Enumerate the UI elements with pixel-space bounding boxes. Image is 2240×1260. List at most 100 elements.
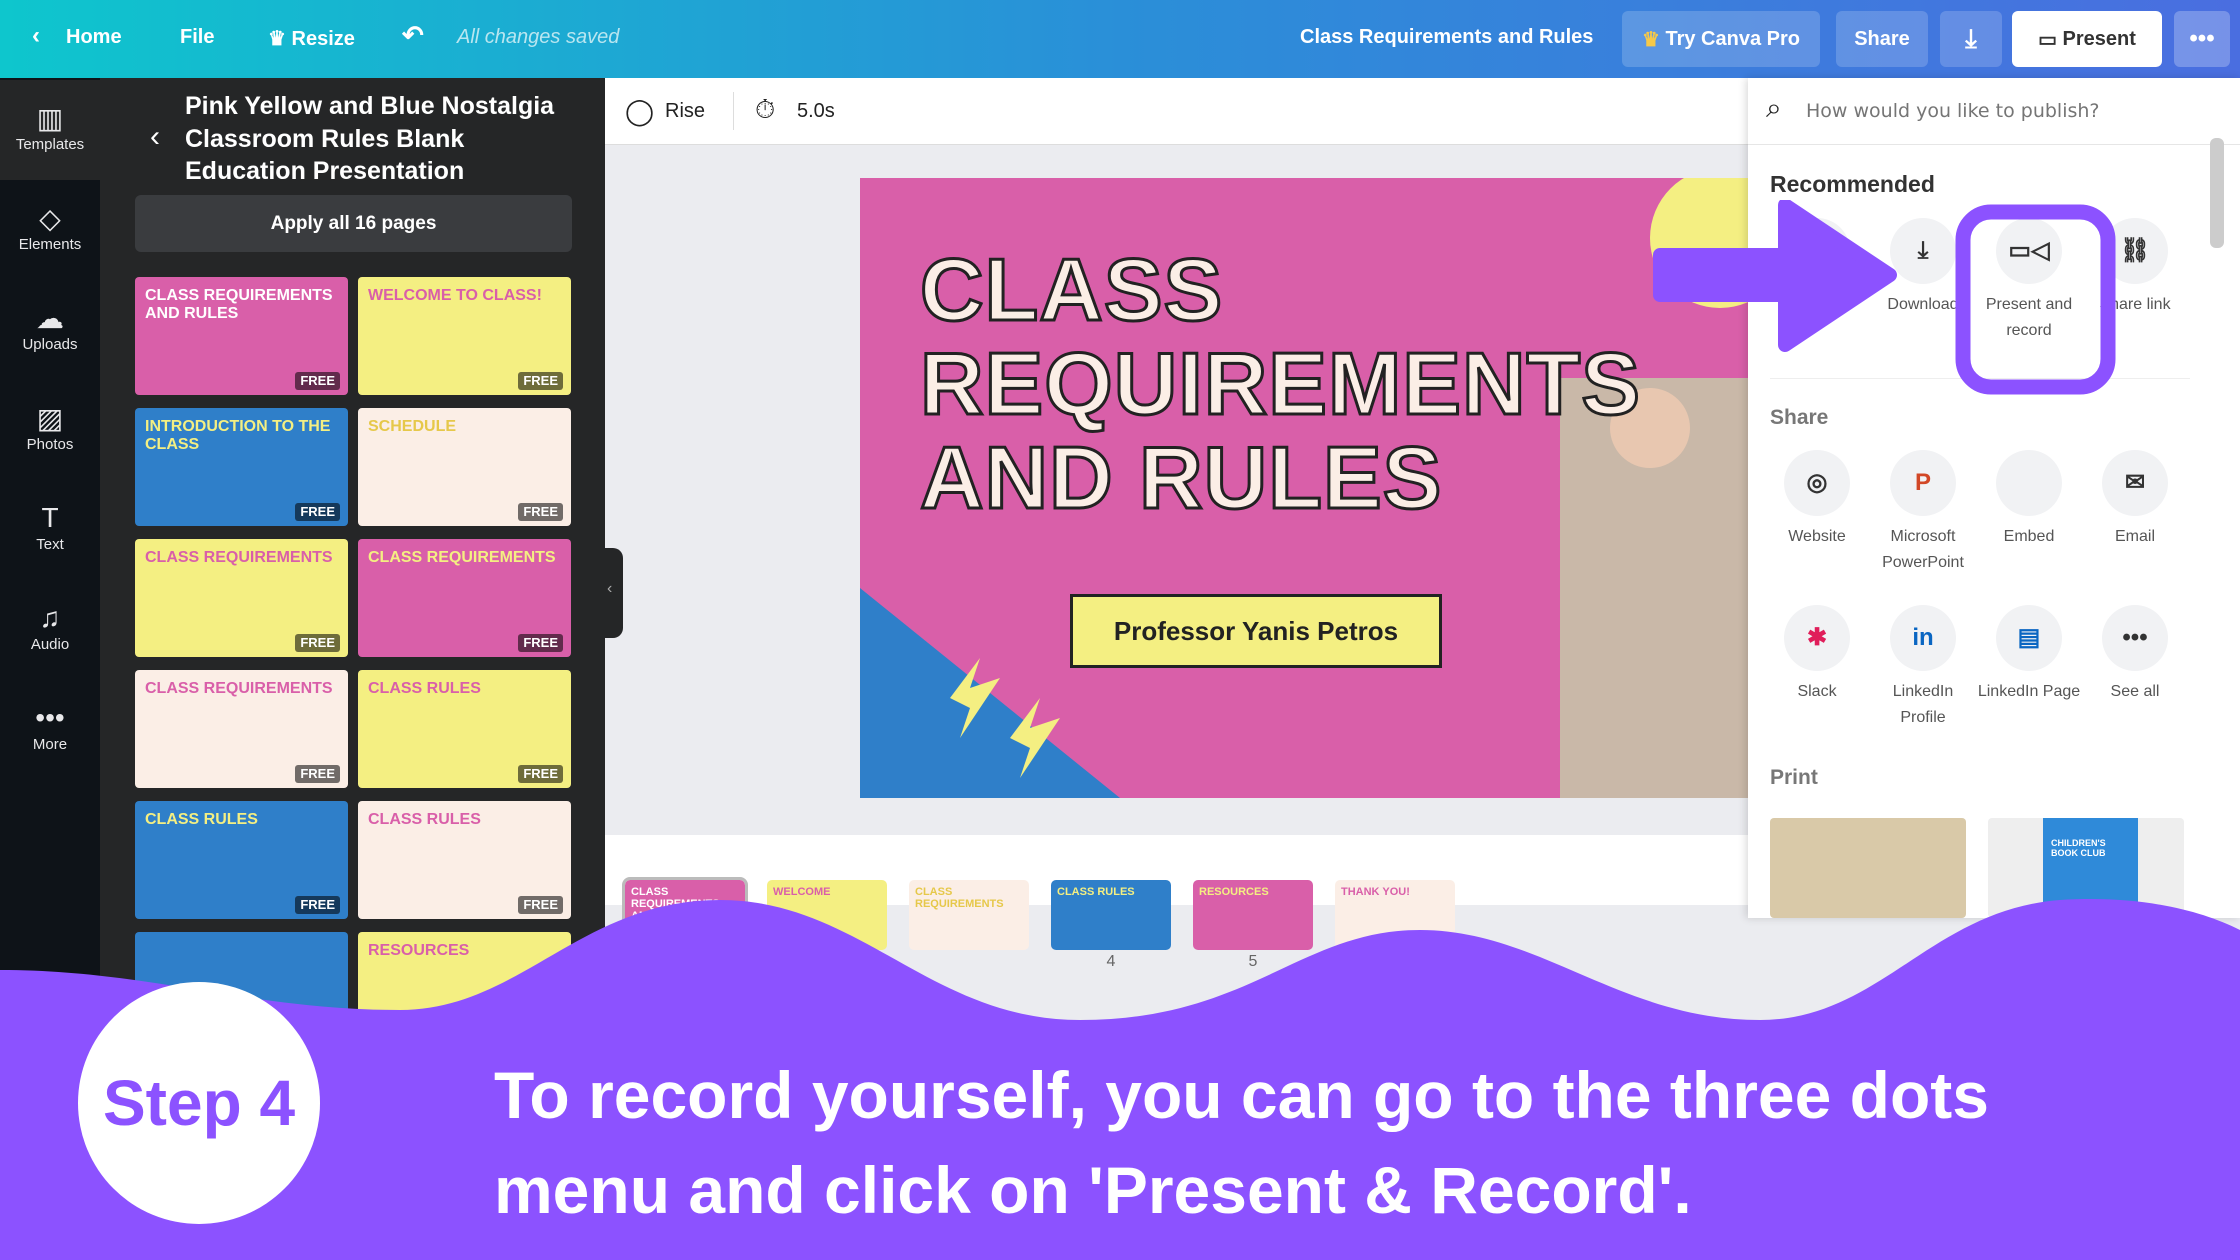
pointer-arrow [1653, 200, 1897, 352]
text-icon: T [41, 502, 59, 533]
thumbnail-title: CLASS RULES [145, 811, 258, 828]
powerpoint-icon: P [1890, 450, 1956, 516]
publish-option-website[interactable]: ◎ Website [1762, 450, 1872, 550]
free-badge: FREE [295, 371, 340, 390]
publish-option-embed[interactable]: Embed [1974, 450, 2084, 550]
divider [1748, 144, 2240, 145]
share-button[interactable]: Share [1836, 11, 1928, 67]
print-heading: Print [1770, 766, 1818, 789]
publish-option-linkedin-profile[interactable]: in LinkedIn Profile [1868, 605, 1978, 730]
sidebar-item-more[interactable]: ••• More [0, 680, 100, 780]
template-thumbnail[interactable]: SCHEDULE FREE [358, 408, 571, 526]
sidebar-item-templates[interactable]: ▥ Templates [0, 80, 100, 180]
sidebar-item-label: Elements [18, 236, 82, 253]
apply-all-pages-button[interactable]: Apply all 16 pages [135, 195, 572, 252]
callout-annotation [1653, 200, 2116, 395]
home-button[interactable]: Home [66, 26, 122, 49]
slide-canvas[interactable]: CLASS REQUIREMENTS AND RULES Professor Y… [860, 178, 1748, 798]
elements-icon: ◇ [39, 203, 61, 234]
present-icon: ▭ [2038, 28, 2063, 51]
free-badge: FREE [518, 764, 563, 783]
publish-option-email[interactable]: ✉ Email [2080, 450, 2190, 550]
linkedin-page-icon: ▤ [1996, 605, 2062, 671]
template-thumbnail[interactable]: CLASS REQUIREMENTS FREE [358, 539, 571, 657]
template-thumbnail[interactable]: CLASS RULES FREE [358, 670, 571, 788]
thumbnail-title: CLASS REQUIREMENTS [145, 549, 333, 566]
slide-title[interactable]: CLASS REQUIREMENTS AND RULES [919, 241, 1720, 527]
animation-icon[interactable]: ◯ [625, 96, 654, 127]
sidebar-item-label: More [32, 736, 68, 753]
caption-line: menu and click on 'Present & Record'. [494, 1153, 1692, 1227]
top-bar: ‹ Home File ♛ Resize ↶ All changes saved… [0, 0, 2240, 78]
thumbnail-title: CLASS REQUIREMENTS AND RULES [145, 287, 333, 322]
website-icon: ◎ [1784, 450, 1850, 516]
option-label: Website [1788, 528, 1846, 545]
download-icon[interactable]: ⤓ [1940, 11, 2002, 67]
option-label: Slack [1797, 683, 1837, 700]
divider [733, 92, 734, 130]
more-options-button[interactable]: ••• [2174, 11, 2230, 67]
search-icon: ⌕ [1766, 92, 1782, 123]
sidebar-item-text[interactable]: T Text [0, 480, 100, 580]
option-label: Microsoft PowerPoint [1882, 528, 1964, 571]
recommended-heading: Recommended [1770, 171, 1935, 197]
sidebar-item-label: Templates [15, 136, 85, 153]
publish-option-linkedin-page[interactable]: ▤ LinkedIn Page [1974, 605, 2084, 705]
free-badge: FREE [295, 764, 340, 783]
crown-icon: ♛ [268, 28, 292, 50]
sidebar-item-label: Audio [30, 636, 70, 653]
crown-icon: ♛ [1641, 28, 1666, 51]
instruction-caption: To record yourself, you can go to the th… [494, 1048, 1989, 1238]
highlight-box [1955, 204, 2116, 395]
template-title: Pink Yellow and Blue Nostalgia Classroom… [185, 92, 555, 185]
publish-option-see-all[interactable]: ••• See all [2080, 605, 2190, 705]
undo-icon[interactable]: ↶ [402, 20, 424, 51]
back-chevron-icon[interactable]: ‹ [32, 22, 40, 50]
duration-button[interactable]: 5.0s [797, 100, 835, 123]
collapse-panel-handle[interactable]: ‹ [605, 548, 623, 638]
free-badge: FREE [295, 633, 340, 652]
publish-option-slack[interactable]: ✱ Slack [1762, 605, 1872, 705]
photos-icon: ▨ [36, 403, 64, 434]
timer-icon[interactable]: ⏱ [755, 94, 775, 126]
free-badge: FREE [518, 371, 563, 390]
resize-button[interactable]: ♛ Resize [268, 26, 355, 51]
sidebar-item-label: Photos [26, 436, 74, 453]
try-canva-pro-button[interactable]: ♛ Try Canva Pro [1622, 11, 1820, 67]
thumbnail-title: SCHEDULE [368, 418, 457, 435]
back-chevron-icon[interactable]: ‹ [150, 120, 160, 154]
template-thumbnail[interactable]: CLASS REQUIREMENTS AND RULES FREE [135, 277, 348, 395]
thumbnail-title: CLASS REQUIREMENTS [368, 549, 556, 566]
thumbnail-title: CLASS RULES [368, 680, 481, 697]
publish-option-microsoft-powerpoint[interactable]: P Microsoft PowerPoint [1868, 450, 1978, 575]
free-badge: FREE [295, 502, 340, 521]
sidebar-item-photos[interactable]: ▨ Photos [0, 380, 100, 480]
option-label: LinkedIn Page [1977, 683, 2081, 700]
sidebar-item-audio[interactable]: ♫ Audio [0, 580, 100, 680]
free-badge: FREE [518, 633, 563, 652]
sidebar-item-uploads[interactable]: ☁ Uploads [0, 280, 100, 380]
sidebar-item-elements[interactable]: ◇ Elements [0, 180, 100, 280]
email-icon: ✉ [2102, 450, 2168, 516]
free-badge: FREE [518, 502, 563, 521]
thumbnail-title: INTRODUCTION TO THE CLASS [145, 418, 331, 453]
option-label: Email [2114, 528, 2155, 545]
file-menu[interactable]: File [180, 26, 214, 49]
template-thumbnail[interactable]: CLASS REQUIREMENTS FREE [135, 670, 348, 788]
presenter-name[interactable]: Professor Yanis Petros [1070, 594, 1442, 668]
template-thumbnail[interactable]: WELCOME TO CLASS! FREE [358, 277, 571, 395]
editor-toolbar: ◯ Rise ⏱ 5.0s [605, 78, 1748, 145]
scrollbar[interactable] [2210, 118, 2224, 908]
document-title[interactable]: Class Requirements and Rules [1300, 26, 1593, 49]
template-thumbnail[interactable]: INTRODUCTION TO THE CLASS FREE [135, 408, 348, 526]
template-thumbnail[interactable]: CLASS REQUIREMENTS FREE [135, 539, 348, 657]
more-icon: ••• [35, 702, 65, 733]
animation-button[interactable]: Rise [665, 100, 705, 123]
publish-search-input[interactable] [1806, 94, 2206, 128]
uploads-icon: ☁ [36, 303, 64, 334]
thumbnail-title: WELCOME TO CLASS! [368, 287, 542, 304]
present-button[interactable]: ▭ Present [2012, 11, 2162, 67]
linkedin-icon: in [1890, 605, 1956, 671]
sidebar-item-label: Text [36, 536, 64, 553]
more-icon: ••• [2102, 605, 2168, 671]
